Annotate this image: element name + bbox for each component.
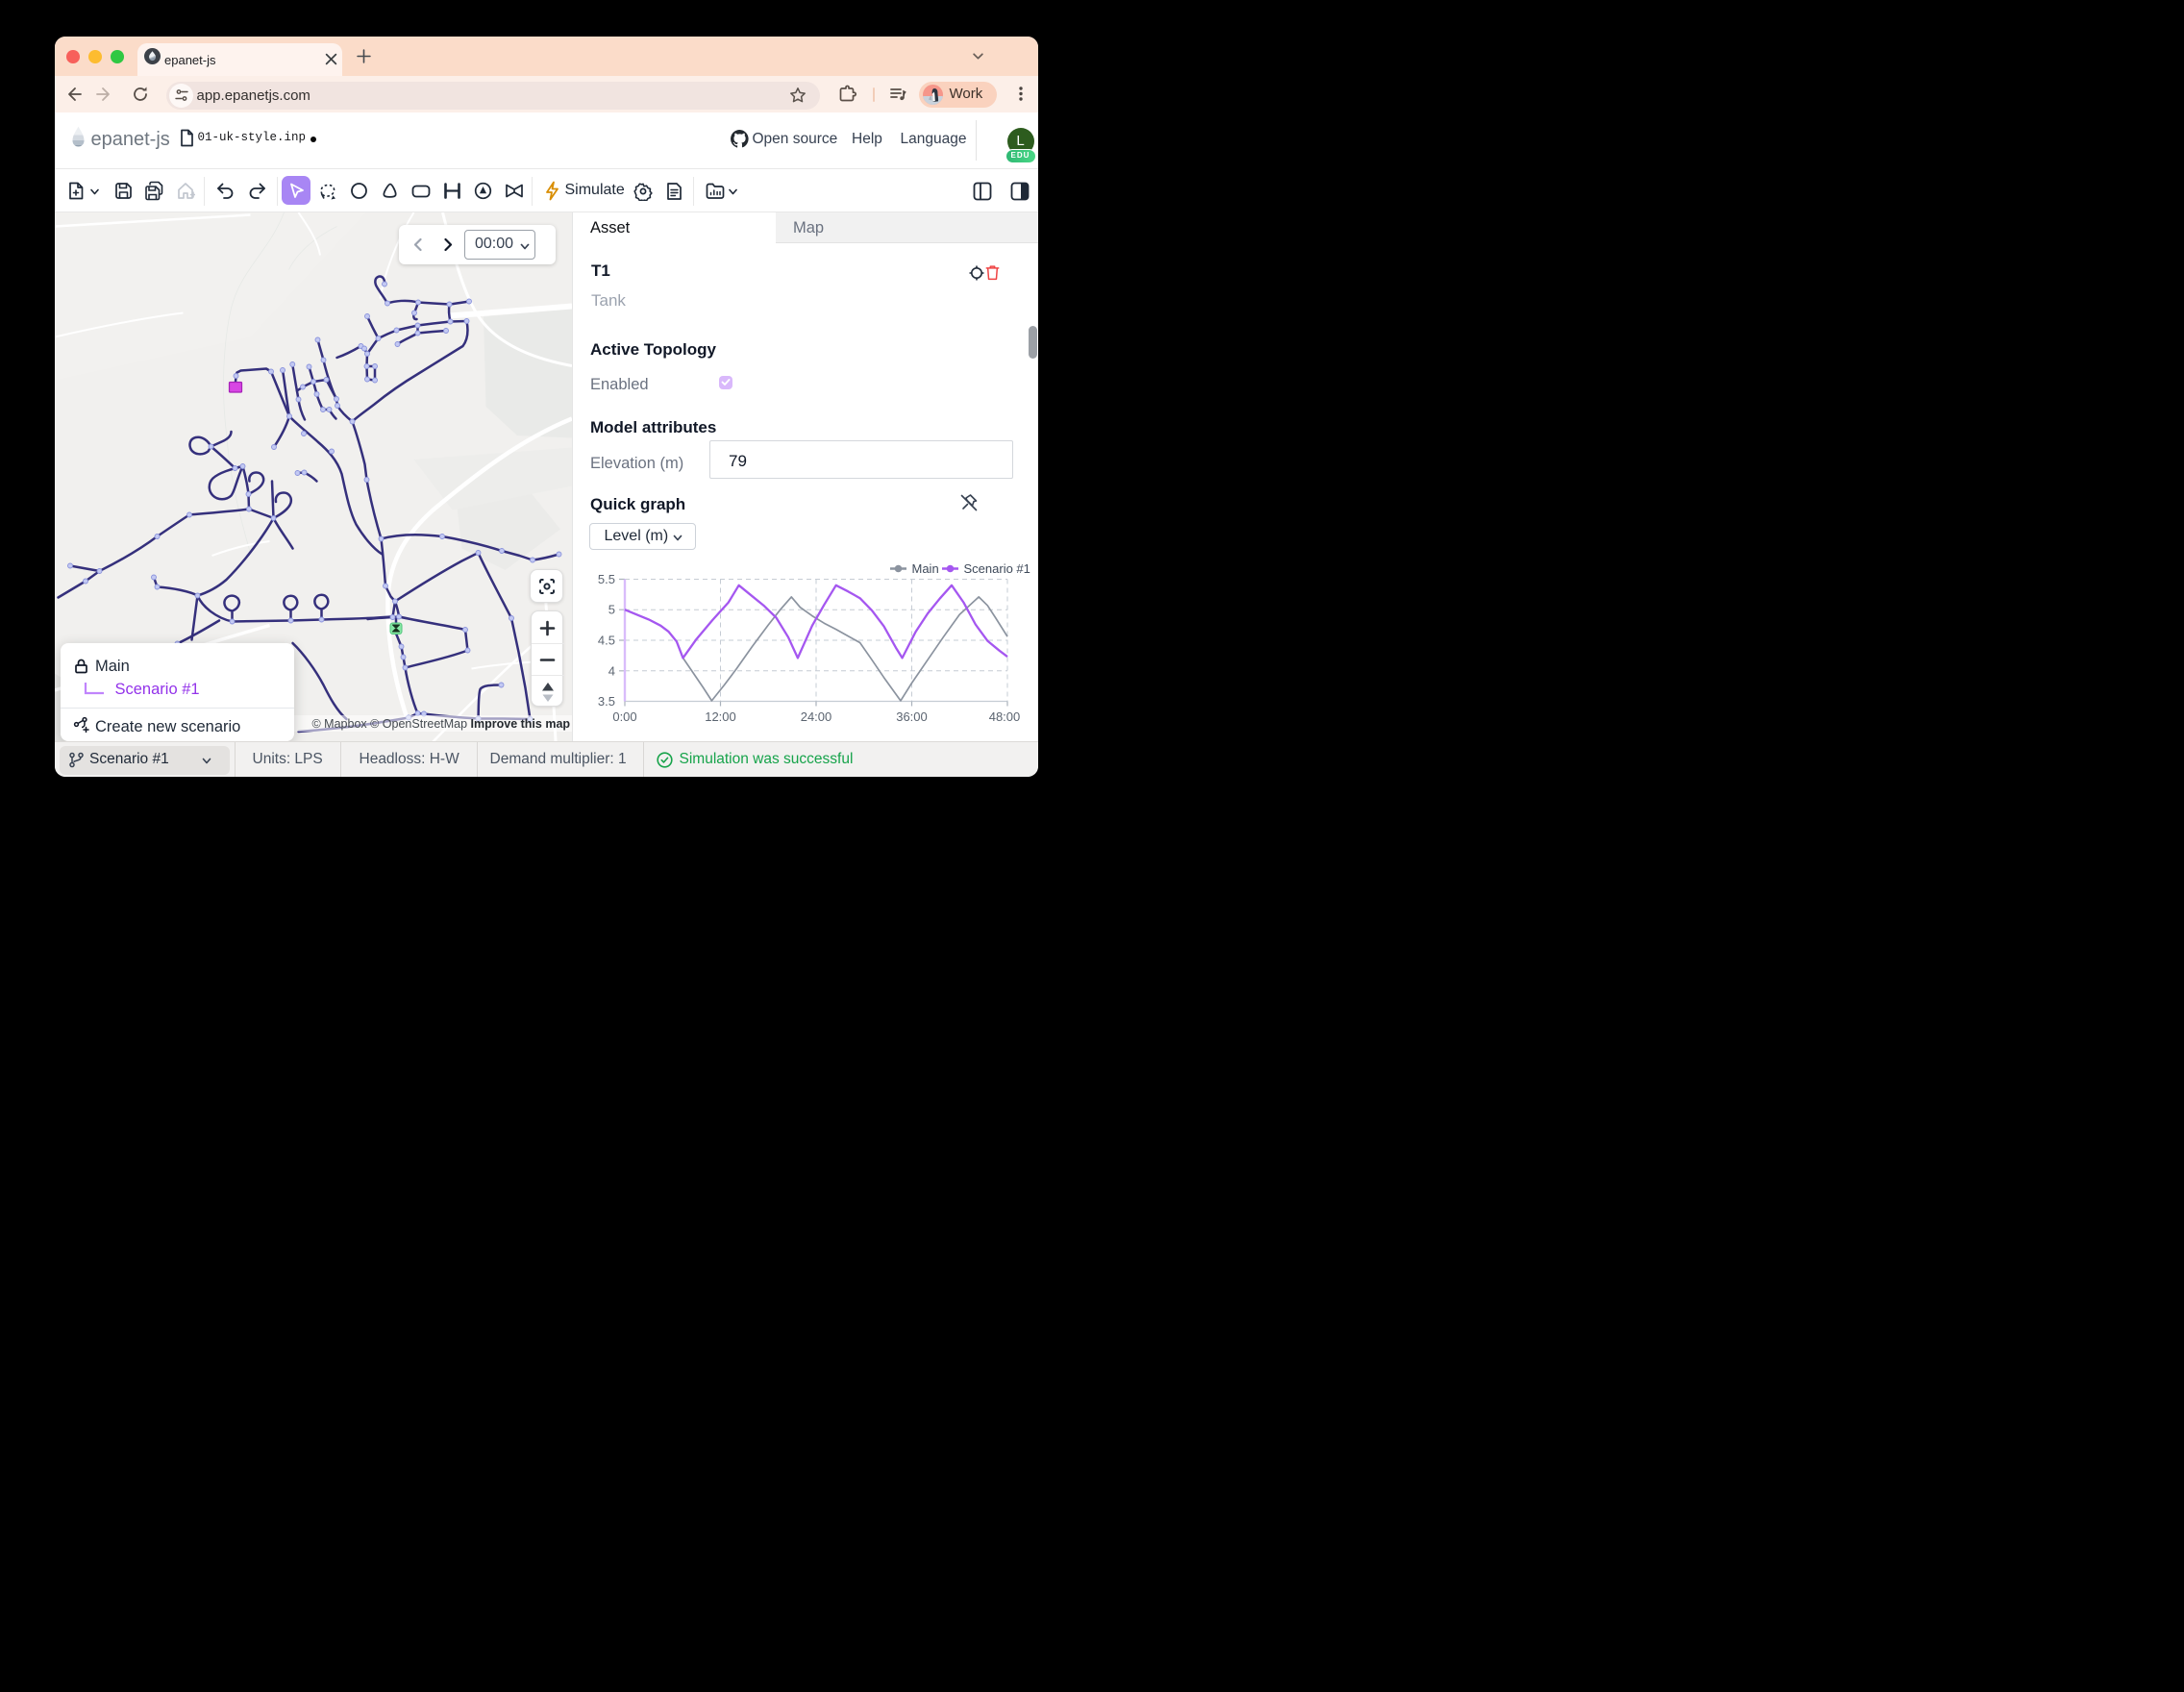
- svg-text:4: 4: [608, 663, 614, 678]
- svg-text:0:00: 0:00: [612, 709, 636, 724]
- svg-text:48:00: 48:00: [988, 709, 1020, 724]
- svg-text:5: 5: [608, 602, 614, 616]
- svg-text:4.5: 4.5: [597, 633, 614, 647]
- svg-text:36:00: 36:00: [896, 709, 928, 724]
- svg-text:Scenario #1: Scenario #1: [963, 561, 1030, 576]
- svg-text:24:00: 24:00: [800, 709, 831, 724]
- svg-text:5.5: 5.5: [597, 572, 614, 586]
- svg-text:3.5: 3.5: [597, 694, 614, 709]
- svg-text:12:00: 12:00: [705, 709, 736, 724]
- svg-text:Main: Main: [911, 561, 938, 576]
